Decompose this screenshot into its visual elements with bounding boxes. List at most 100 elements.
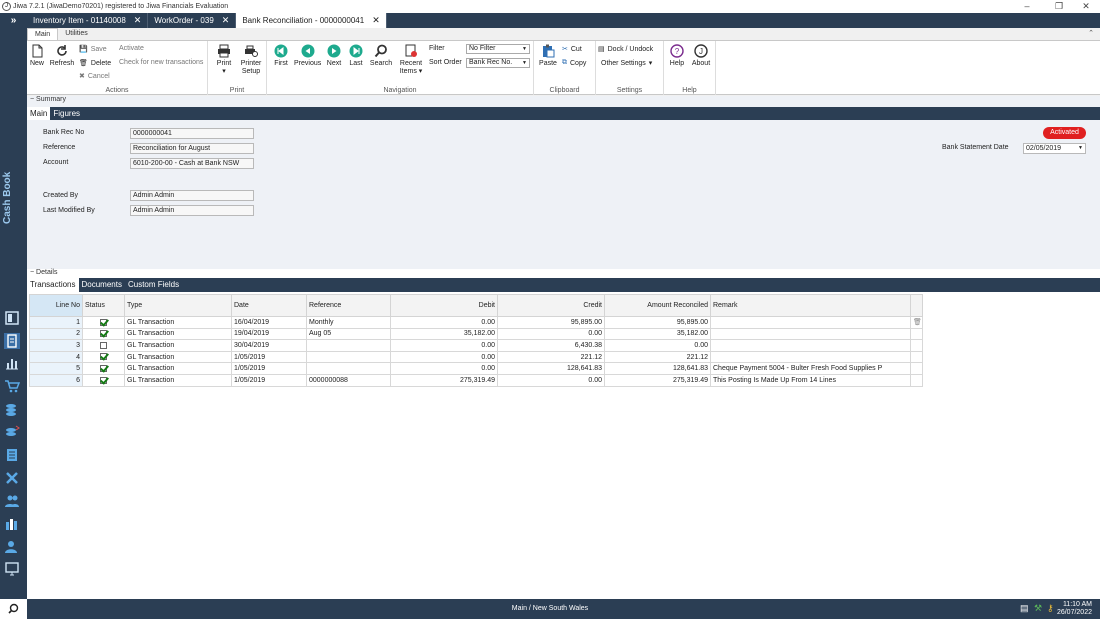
- cell-date[interactable]: 19/04/2019: [231, 327, 307, 341]
- cell-remark[interactable]: [710, 327, 911, 341]
- cell-type[interactable]: GL Transaction: [124, 339, 232, 352]
- users-icon[interactable]: [4, 493, 20, 509]
- cut-button[interactable]: ✂ Cut: [562, 45, 582, 54]
- bar-chart-icon[interactable]: [4, 355, 20, 371]
- close-tab-icon[interactable]: ✕: [222, 15, 230, 26]
- cell-credit[interactable]: 0.00: [497, 373, 605, 387]
- cell-remark[interactable]: This Posting Is Made Up From 14 Lines: [710, 373, 911, 387]
- table-row[interactable]: 1 GL Transaction 16/04/2019 Monthly 0.00 95,8…: [29, 316, 923, 329]
- cell-line-no[interactable]: 1: [29, 316, 83, 329]
- ribbon-tab-main[interactable]: Main: [27, 28, 59, 40]
- doc-tab-workorder[interactable]: WorkOrder - 039 ✕: [148, 13, 237, 28]
- bank-rec-no-field[interactable]: 0000000041: [130, 128, 254, 139]
- summary-tab-main[interactable]: Main: [27, 107, 51, 120]
- collapse-ribbon-icon[interactable]: ⌃: [1088, 29, 1094, 37]
- cell-date[interactable]: 1/05/2019: [231, 362, 307, 375]
- cell-debit[interactable]: 0.00: [390, 350, 498, 364]
- cell-credit[interactable]: 0.00: [497, 327, 605, 341]
- column-header-amount-reconciled[interactable]: Amount Reconciled: [604, 294, 711, 317]
- table-row[interactable]: 5 GL Transaction 1/05/2019 0.00 128,641.83 12…: [29, 362, 923, 375]
- search-button[interactable]: Search: [369, 44, 393, 68]
- cell-remark[interactable]: Cheque Payment 5004 - Bulter Fresh Food …: [710, 362, 911, 375]
- cell-date[interactable]: 1/05/2019: [231, 373, 307, 387]
- summary-tab-figures[interactable]: Figures: [50, 107, 83, 120]
- cell-debit[interactable]: 0.00: [390, 362, 498, 375]
- cell-debit[interactable]: 35,182.00: [390, 327, 498, 341]
- document-module-icon[interactable]: [4, 333, 20, 349]
- cell-debit[interactable]: 0.00: [390, 316, 498, 329]
- details-header[interactable]: − Details: [30, 269, 57, 276]
- last-button[interactable]: Last: [347, 44, 365, 68]
- table-row[interactable]: 4 GL Transaction 1/05/2019 0.00 221.12 221.12: [29, 350, 923, 364]
- cell-reference[interactable]: Monthly: [306, 316, 391, 329]
- cell-type[interactable]: GL Transaction: [124, 373, 232, 387]
- cell-remark[interactable]: [710, 316, 911, 329]
- cell-amount-reconciled[interactable]: 35,182.00: [604, 327, 711, 341]
- status-checkbox[interactable]: [100, 318, 107, 326]
- status-checkbox[interactable]: [100, 353, 107, 361]
- reports-icon[interactable]: [4, 516, 20, 532]
- activate-button[interactable]: Activate: [119, 45, 144, 52]
- close-button[interactable]: ✕: [1071, 0, 1100, 13]
- check-new-transactions-button[interactable]: Check for new transactions: [119, 59, 203, 66]
- column-header-credit[interactable]: Credit: [497, 294, 605, 317]
- cell-line-no[interactable]: 4: [29, 350, 83, 364]
- shopping-cart-icon[interactable]: [4, 378, 20, 394]
- help-button[interactable]: ? Help: [667, 44, 687, 68]
- filter-select[interactable]: No Filter ▼: [466, 44, 530, 54]
- recent-items-button[interactable]: Recent Items ▾: [399, 44, 423, 76]
- minimize-button[interactable]: –: [1012, 0, 1042, 13]
- column-header-debit[interactable]: Debit: [390, 294, 498, 317]
- paste-button[interactable]: Paste: [538, 44, 558, 68]
- cell-remark[interactable]: [710, 350, 911, 364]
- cell-date[interactable]: 1/05/2019: [231, 350, 307, 364]
- cell-line-no[interactable]: 3: [29, 339, 83, 352]
- user-settings-icon[interactable]: [4, 539, 20, 555]
- table-row[interactable]: 2 GL Transaction 19/04/2019 Aug 05 35,182.00…: [29, 327, 923, 341]
- dock-undock-button[interactable]: ▤ Dock / Undock: [598, 45, 653, 54]
- cell-credit[interactable]: 6,430.38: [497, 339, 605, 352]
- cell-row-action[interactable]: 🗑: [910, 316, 923, 329]
- copy-button[interactable]: ⧉ Copy: [562, 59, 586, 67]
- column-header-type[interactable]: Type: [124, 294, 232, 317]
- first-button[interactable]: First: [271, 44, 291, 68]
- status-checkbox[interactable]: [100, 341, 107, 349]
- tab-custom-fields[interactable]: Custom Fields: [125, 278, 182, 292]
- tab-documents[interactable]: Documents: [79, 278, 125, 292]
- cell-reference[interactable]: [306, 339, 391, 352]
- refresh-button[interactable]: Refresh: [49, 44, 75, 68]
- table-row[interactable]: 6 GL Transaction 1/05/2019 0000000088 275,31…: [29, 373, 923, 387]
- close-tab-icon[interactable]: ✕: [372, 15, 380, 26]
- restore-button[interactable]: ❐: [1044, 0, 1074, 13]
- cell-date[interactable]: 16/04/2019: [231, 316, 307, 329]
- status-checkbox[interactable]: [100, 376, 107, 384]
- cell-line-no[interactable]: 2: [29, 327, 83, 341]
- stack-out-icon[interactable]: [4, 424, 20, 440]
- column-header-reference[interactable]: Reference: [306, 294, 391, 317]
- puzzle-icon[interactable]: ⚒: [1034, 603, 1042, 614]
- cell-amount-reconciled[interactable]: 221.12: [604, 350, 711, 364]
- cell-type[interactable]: GL Transaction: [124, 327, 232, 341]
- account-field[interactable]: 6010-200-00 - Cash at Bank NSW: [130, 158, 254, 169]
- cell-reference[interactable]: Aug 05: [306, 327, 391, 341]
- status-checkbox[interactable]: [100, 330, 107, 338]
- cashbook-module-icon[interactable]: [4, 310, 20, 326]
- sort-order-select[interactable]: Bank Rec No. ▼: [466, 58, 530, 68]
- cell-amount-reconciled[interactable]: 275,319.49: [604, 373, 711, 387]
- cell-reference[interactable]: 0000000088: [306, 373, 391, 387]
- cell-date[interactable]: 30/04/2019: [231, 339, 307, 352]
- save-button[interactable]: 💾 Save: [79, 45, 107, 54]
- cell-reference[interactable]: [306, 350, 391, 364]
- stack-in-icon[interactable]: [4, 401, 20, 417]
- previous-button[interactable]: Previous: [294, 44, 321, 68]
- cell-remark[interactable]: [710, 339, 911, 352]
- cell-type[interactable]: GL Transaction: [124, 316, 232, 329]
- summary-header[interactable]: − Summary: [30, 96, 66, 103]
- doc-tab-bank-reconciliation[interactable]: Bank Reconciliation - 0000000041 ✕: [236, 13, 387, 28]
- cell-credit[interactable]: 221.12: [497, 350, 605, 364]
- column-header-remark[interactable]: Remark: [710, 294, 911, 317]
- cell-credit[interactable]: 95,895.00: [497, 316, 605, 329]
- delete-button[interactable]: 🗑 Delete: [79, 59, 111, 68]
- delete-row-icon[interactable]: 🗑: [913, 319, 922, 326]
- tab-transactions[interactable]: Transactions: [27, 278, 79, 292]
